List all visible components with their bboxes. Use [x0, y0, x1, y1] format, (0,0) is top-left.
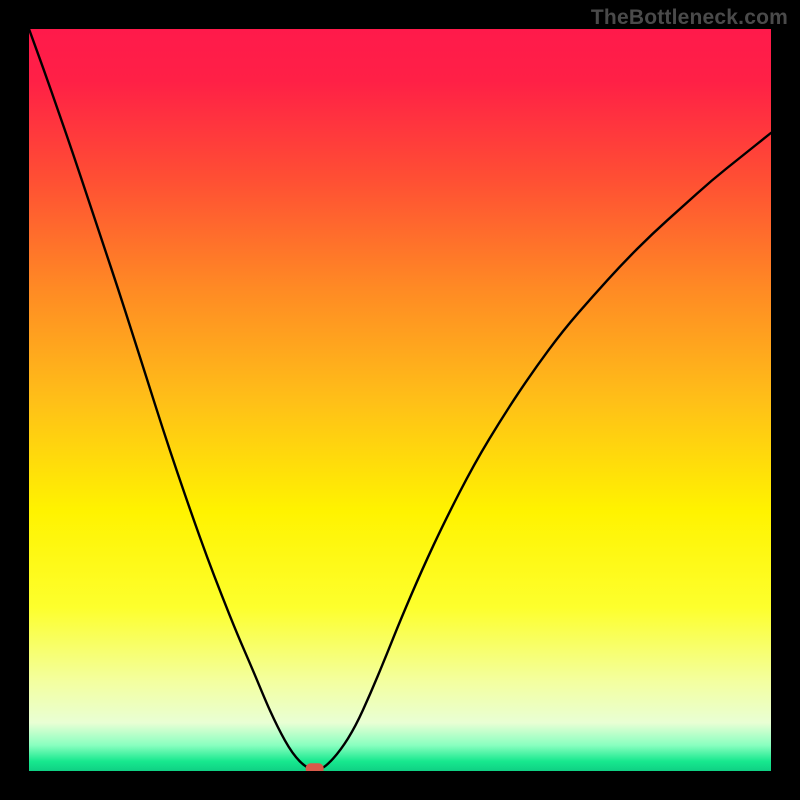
watermark-text: TheBottleneck.com — [591, 6, 788, 30]
chart-frame: TheBottleneck.com — [0, 0, 800, 800]
bottleneck-chart — [29, 29, 771, 771]
gradient-background — [29, 29, 771, 771]
optimal-point-marker — [306, 763, 324, 771]
